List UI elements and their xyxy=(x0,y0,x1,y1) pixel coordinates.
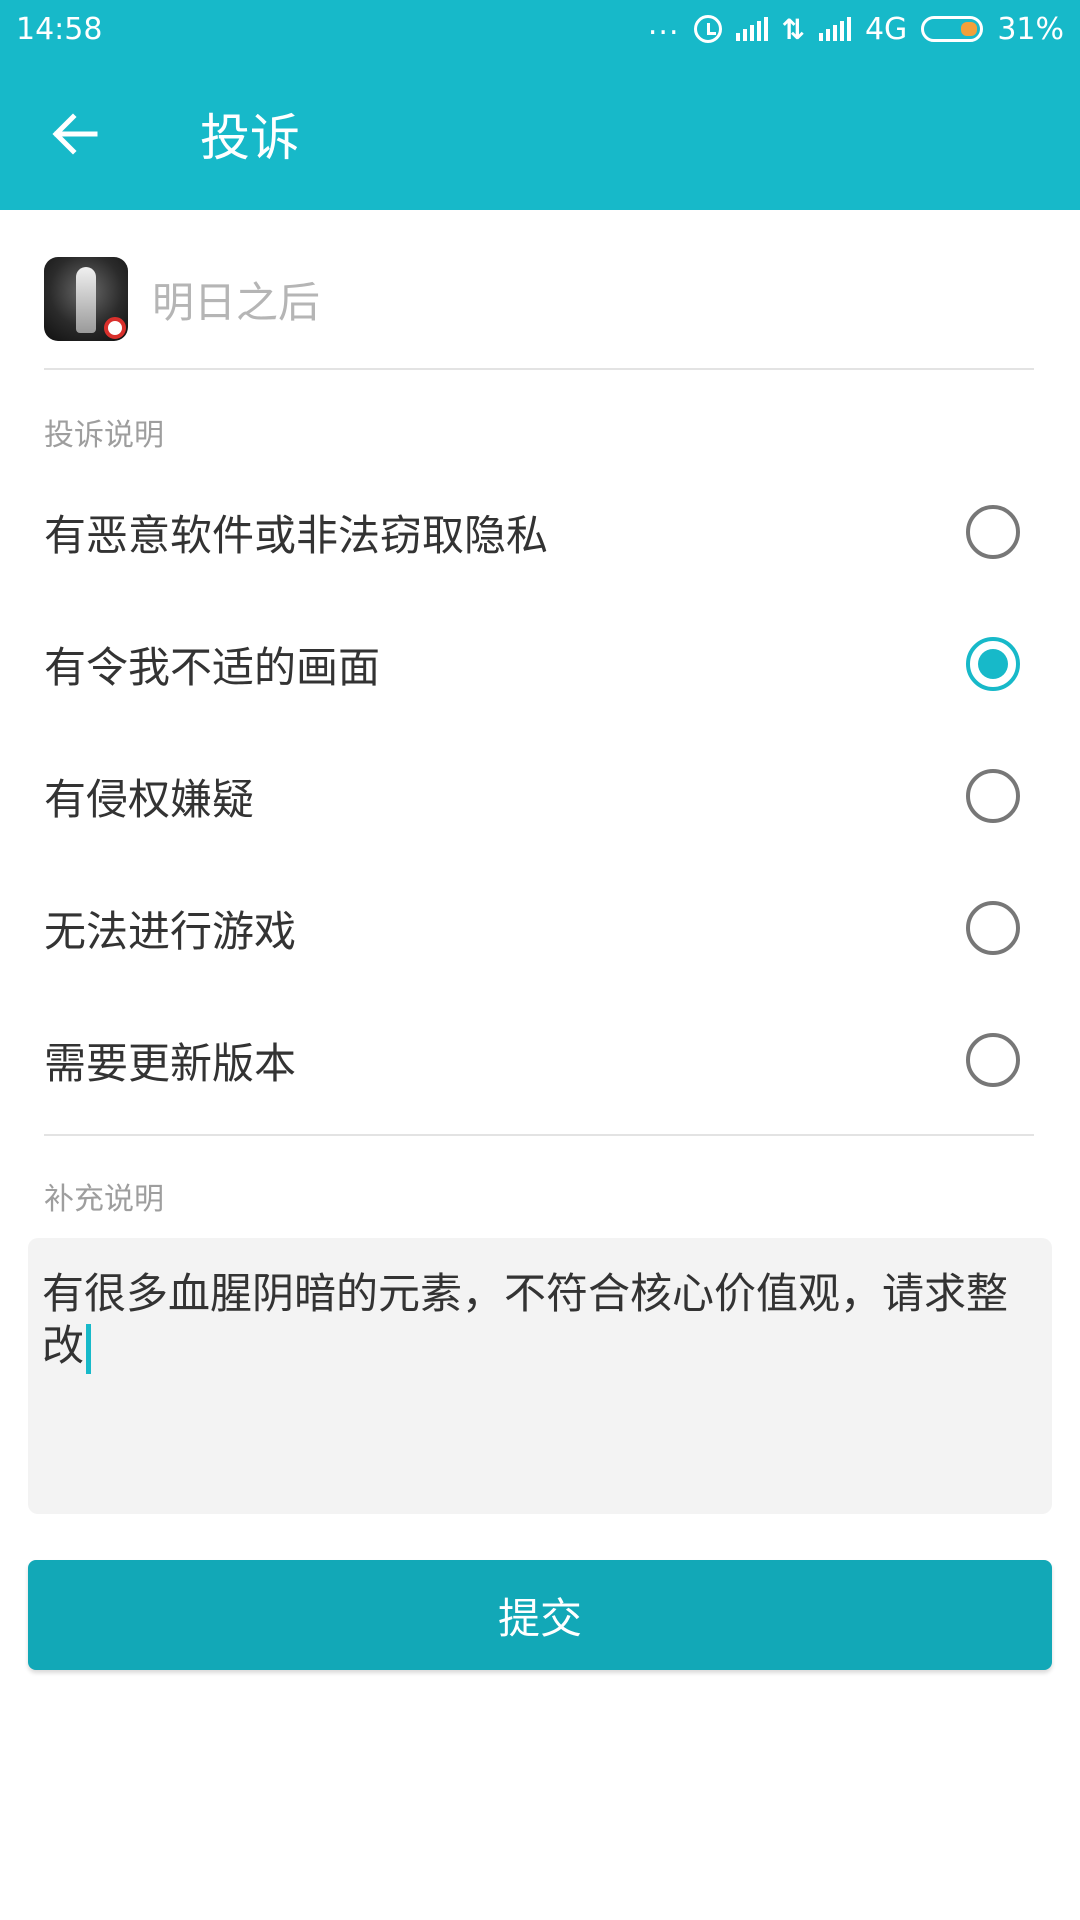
app-icon-figure xyxy=(76,267,96,333)
back-button[interactable] xyxy=(20,79,130,189)
radio-button[interactable] xyxy=(966,1033,1020,1087)
option-uncomfortable-content[interactable]: 有令我不适的画面 xyxy=(44,598,1020,730)
option-label: 需要更新版本 xyxy=(44,1038,297,1088)
status-bar: 14:58 ... ⇅ 4G 31% xyxy=(0,0,1080,58)
publisher-badge-icon xyxy=(104,317,126,339)
signal-strength-icon xyxy=(735,17,768,41)
radio-button[interactable] xyxy=(966,901,1020,955)
complaint-section-label: 投诉说明 xyxy=(44,418,164,453)
status-icons: ... ⇅ 4G 31% xyxy=(648,7,1064,47)
alarm-icon xyxy=(693,15,722,43)
arrow-left-icon xyxy=(52,113,98,155)
option-needs-update[interactable]: 需要更新版本 xyxy=(44,994,1020,1126)
battery-percent: 31% xyxy=(997,11,1064,47)
divider xyxy=(44,1134,1034,1136)
battery-icon xyxy=(921,16,984,42)
text-cursor xyxy=(86,1323,92,1374)
submit-button[interactable]: 提交 xyxy=(28,1560,1052,1670)
app-info-row: 明日之后 xyxy=(44,257,1034,370)
option-label: 有令我不适的画面 xyxy=(44,642,381,692)
supplement-section-label: 补充说明 xyxy=(44,1182,164,1217)
status-time: 14:58 xyxy=(16,11,103,47)
option-label: 有侵权嫌疑 xyxy=(44,774,255,824)
radio-button-selected[interactable] xyxy=(966,637,1020,691)
option-label: 无法进行游戏 xyxy=(44,906,297,956)
supplement-textarea[interactable]: 有很多血腥阴暗的元素，不符合核心价值观，请求整改 xyxy=(28,1238,1052,1514)
battery-level xyxy=(961,22,978,36)
more-notifications-icon: ... xyxy=(647,6,680,42)
option-malware[interactable]: 有恶意软件或非法窃取隐私 xyxy=(44,466,1020,598)
network-type: 4G xyxy=(864,11,908,47)
signal-strength-2-icon xyxy=(818,17,851,41)
data-transfer-icon: ⇅ xyxy=(781,12,805,46)
option-label: 有恶意软件或非法窃取隐私 xyxy=(44,510,549,560)
supplement-text: 有很多血腥阴暗的元素，不符合核心价值观，请求整改 xyxy=(42,1269,1009,1370)
option-cannot-play[interactable]: 无法进行游戏 xyxy=(44,862,1020,994)
page-title: 投诉 xyxy=(200,109,300,167)
option-infringement[interactable]: 有侵权嫌疑 xyxy=(44,730,1020,862)
radio-button[interactable] xyxy=(966,505,1020,559)
app-bar: 投诉 xyxy=(0,58,1080,210)
radio-button[interactable] xyxy=(966,769,1020,823)
radio-dot xyxy=(978,649,1008,679)
app-name: 明日之后 xyxy=(152,277,321,327)
app-icon xyxy=(44,257,128,341)
